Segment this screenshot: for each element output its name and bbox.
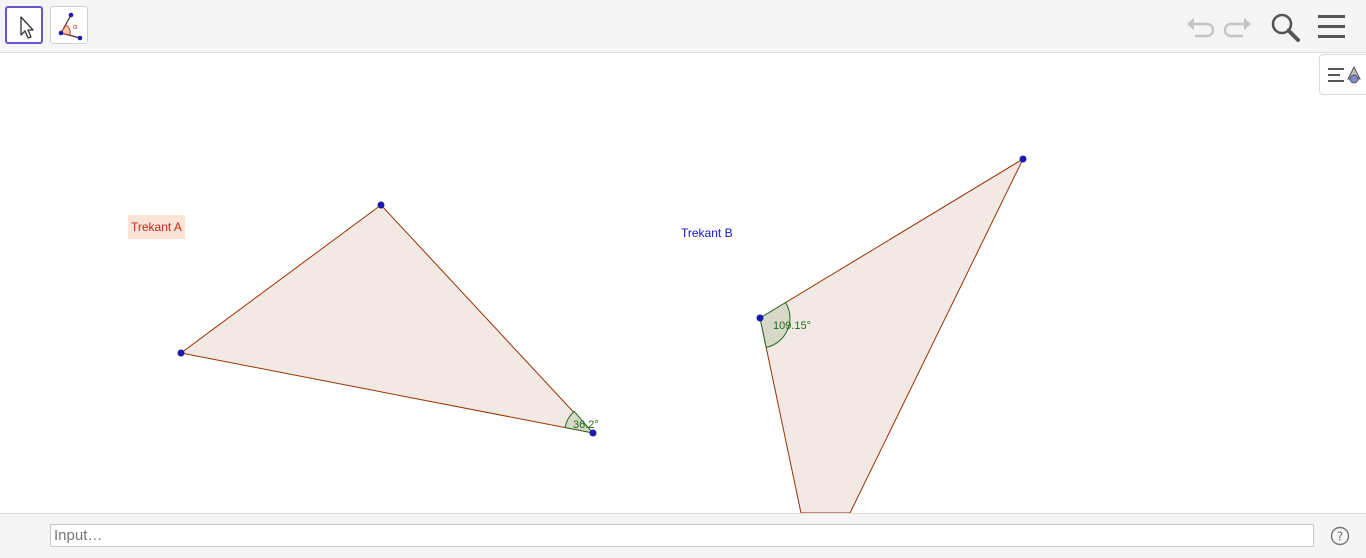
style-bar-toggle[interactable]: [1319, 54, 1366, 95]
move-tool-button[interactable]: [5, 6, 43, 44]
toolbar: α: [0, 0, 1366, 53]
menu-icon[interactable]: [1315, 10, 1349, 44]
cursor-arrow-icon: [20, 16, 34, 39]
triangle-a[interactable]: [177, 201, 597, 437]
triangle-b-vertex-top[interactable]: [1019, 155, 1027, 163]
triangle-b-polygon[interactable]: [759, 157, 1025, 513]
input-bar: ?: [0, 513, 1366, 558]
triangle-a-label[interactable]: Trekant A: [128, 215, 185, 239]
triangle-a-polygon[interactable]: [179, 204, 595, 434]
graphics-view[interactable]: [0, 53, 1366, 513]
svg-text:α: α: [73, 23, 78, 31]
angle-b-label[interactable]: 109.15°: [773, 320, 811, 332]
triangle-a-vertex-left[interactable]: [177, 349, 185, 357]
angle-a-label[interactable]: 36.2°: [573, 419, 599, 431]
style-bar-icon: [1328, 65, 1361, 84]
search-icon[interactable]: [1268, 10, 1302, 44]
triangle-b-vertex-left[interactable]: [756, 314, 764, 322]
angle-tool-button[interactable]: α: [50, 6, 88, 44]
angle-tool-icon: α: [58, 12, 83, 41]
triangle-b[interactable]: [756, 155, 1027, 514]
redo-icon[interactable]: [1221, 10, 1255, 44]
undo-icon[interactable]: [1183, 10, 1217, 44]
help-icon[interactable]: ?: [1330, 526, 1350, 546]
triangle-a-vertex-top[interactable]: [377, 201, 385, 209]
algebra-input[interactable]: [50, 524, 1314, 547]
triangle-b-label[interactable]: Trekant B: [681, 226, 733, 240]
svg-text:?: ?: [1337, 530, 1343, 544]
